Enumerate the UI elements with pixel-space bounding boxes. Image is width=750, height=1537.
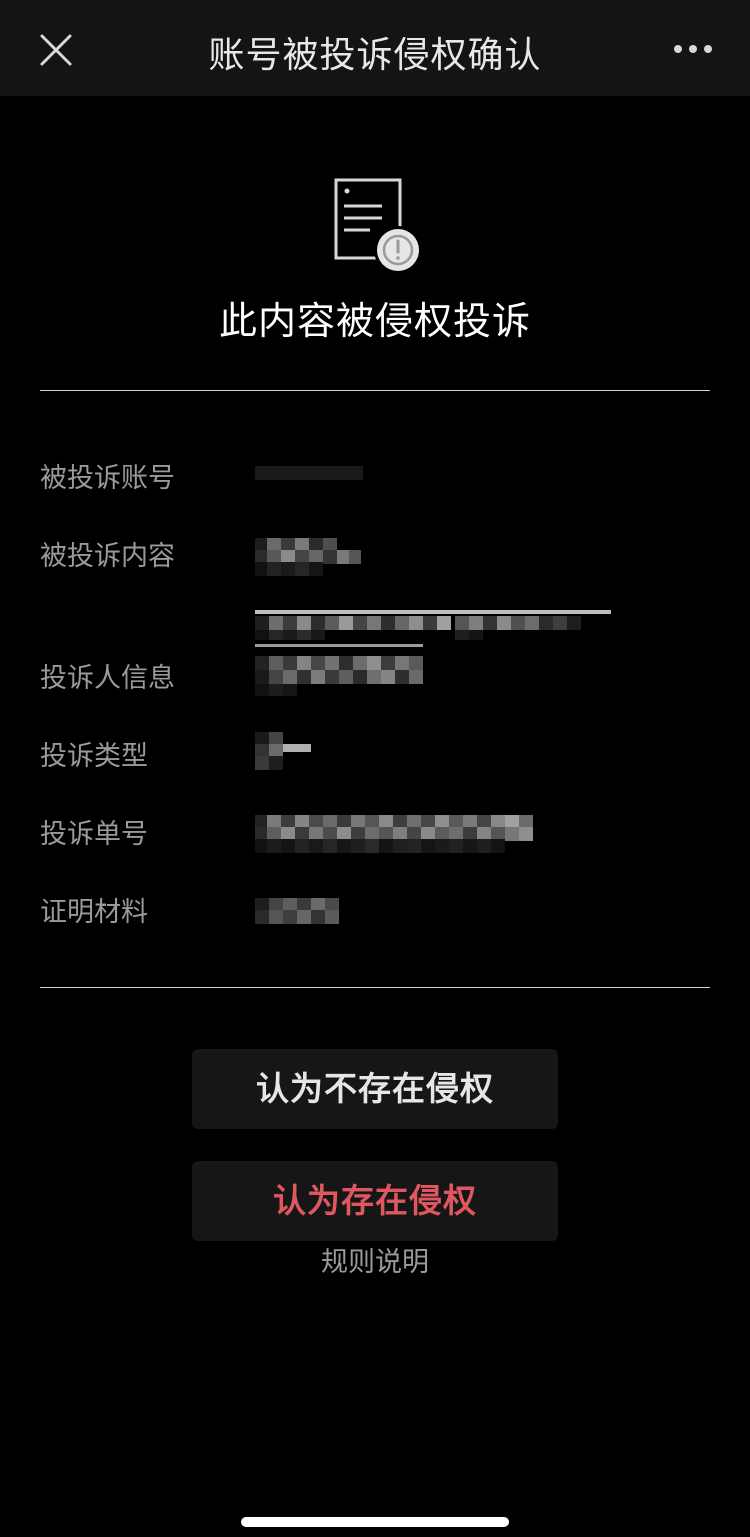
evidence-materials-label: 证明材料: [40, 897, 148, 928]
top-divider: [40, 390, 710, 391]
complained-content-label: 被投诉内容: [40, 541, 175, 572]
complained-account-label: 被投诉账号: [40, 463, 175, 494]
page-title: 账号被投诉侵权确认: [208, 35, 542, 76]
bottom-divider: [40, 987, 710, 988]
infringement-button[interactable]: 认为存在侵权: [192, 1161, 558, 1241]
rules-link[interactable]: 规则说明: [0, 1240, 750, 1279]
complaint-type-value-redacted: [255, 732, 315, 772]
no-infringement-button[interactable]: 认为不存在侵权: [192, 1049, 558, 1129]
complained-content-value-redacted: [255, 538, 361, 576]
complaint-type-label: 投诉类型: [40, 741, 148, 772]
complained-account-value-redacted: [255, 466, 363, 480]
evidence-materials-value-redacted: [255, 898, 341, 926]
complainant-info-label: 投诉人信息: [40, 663, 175, 694]
complaint-number-label: 投诉单号: [40, 819, 148, 850]
nav-bar: 账号被投诉侵权确认: [0, 0, 750, 96]
complainant-info-value-redacted: [255, 644, 425, 696]
complaint-heading: 此内容被侵权投诉: [218, 299, 531, 343]
complaint-confirm-page: 账号被投诉侵权确认 此内容被侵权投诉 被投诉账号 被投诉内容 投诉人信息 投诉类…: [0, 0, 750, 1537]
document-warning-icon: [330, 176, 422, 276]
complained-content-second-line-redacted: [255, 610, 611, 640]
more-icon[interactable]: [672, 34, 714, 64]
complaint-number-value-redacted: [255, 815, 533, 853]
home-indicator[interactable]: [241, 1517, 509, 1527]
